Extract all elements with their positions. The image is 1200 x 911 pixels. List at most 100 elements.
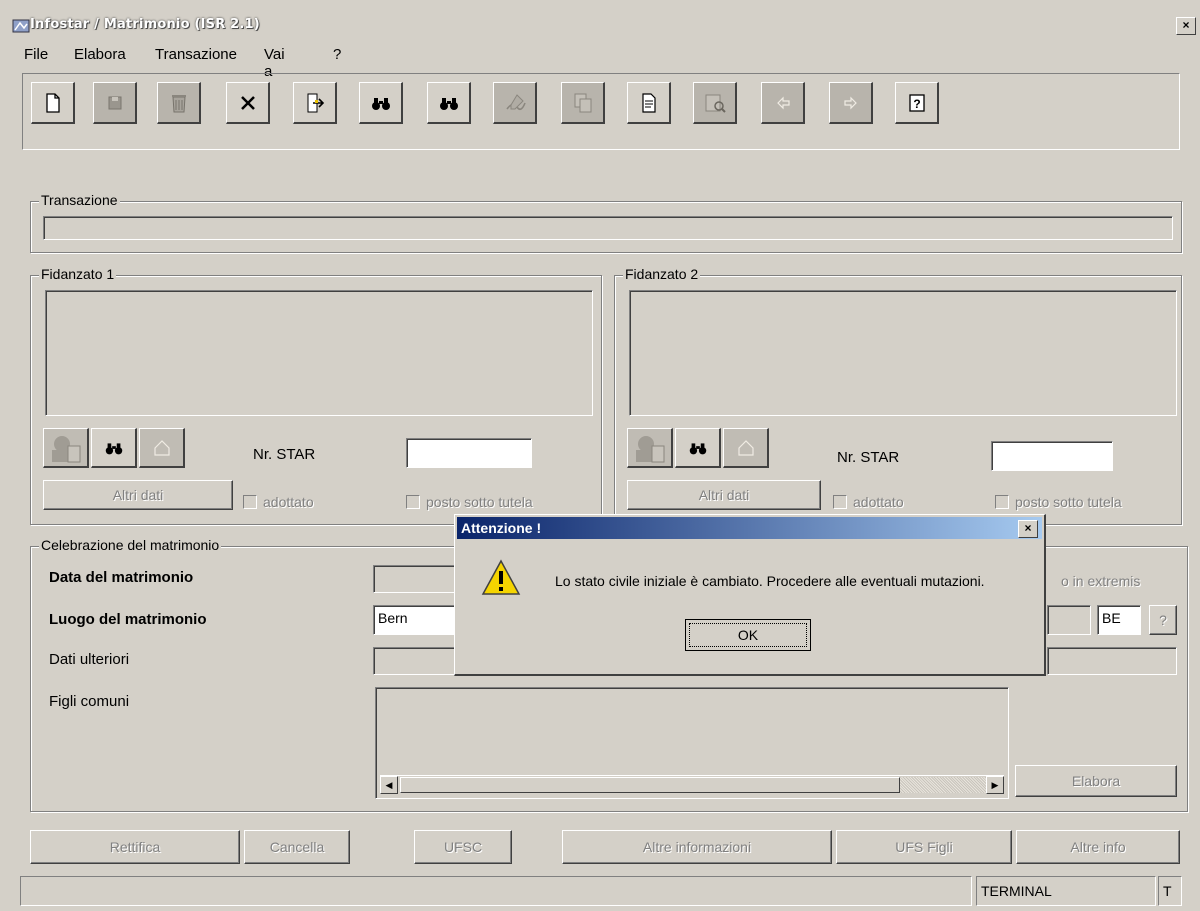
trash-icon	[171, 94, 186, 112]
person-card-icon	[51, 435, 80, 462]
toolbar: ?	[22, 73, 1180, 150]
status-flag: T	[1158, 876, 1182, 906]
fidanzato1-group: Fidanzato 1 Nr. STAR Altri dati adottato…	[30, 266, 602, 525]
fidanzato1-photo-button[interactable]	[43, 428, 89, 468]
dialog-title: Attenzione !	[461, 520, 542, 536]
save-button[interactable]	[93, 82, 137, 124]
transazione-label: Transazione	[39, 192, 120, 208]
fidanzato1-adottato-checkbox[interactable]: adottato	[243, 494, 314, 510]
dati-ulteriori-input-right[interactable]	[1047, 647, 1177, 675]
scroll-right-arrow[interactable]: ▶	[986, 776, 1004, 794]
fidanzato2-photo-button[interactable]	[627, 428, 673, 468]
window-title: Infostar / Matrimonio (ISR 2.1)	[30, 17, 260, 32]
dialog-title-bar: Attenzione ! ×	[457, 517, 1042, 539]
fidanzato1-nr-star-input[interactable]	[406, 438, 532, 468]
fidanzato1-search-button[interactable]	[91, 428, 137, 468]
fidanzato1-label: Fidanzato 1	[39, 266, 117, 282]
home-icon	[153, 439, 170, 456]
search-advanced-button[interactable]	[427, 82, 471, 124]
menu-transazione[interactable]: Transazione	[155, 46, 237, 63]
document-icon	[641, 92, 656, 113]
scroll-track[interactable]	[900, 777, 986, 793]
binoculars-icon	[439, 97, 458, 110]
fidanzato2-search-button[interactable]	[675, 428, 721, 468]
search-button[interactable]	[359, 82, 403, 124]
ufsc-button[interactable]: UFSC	[414, 830, 512, 864]
fidanzato2-altri-dati-button[interactable]: Altri dati	[627, 480, 821, 510]
exit-button[interactable]	[293, 82, 337, 124]
ok-button[interactable]: OK	[685, 619, 811, 651]
fidanzato2-adottato-checkbox[interactable]: adottato	[833, 494, 904, 510]
rettifica-button[interactable]: Rettifica	[30, 830, 240, 864]
previous-button[interactable]	[761, 82, 805, 124]
altre-informazioni-button[interactable]: Altre informazioni	[562, 830, 832, 864]
preview-button[interactable]	[693, 82, 737, 124]
exit-door-icon	[307, 93, 324, 112]
fidanzato2-home-button[interactable]	[723, 428, 769, 468]
close-icon	[240, 95, 255, 110]
cancel-button[interactable]	[226, 82, 270, 124]
in-extremis-checkbox-label[interactable]: o in extremis	[1061, 573, 1140, 589]
ufs-figli-button[interactable]: UFS Figli	[836, 830, 1012, 864]
fidanzato1-altri-dati-button[interactable]: Altri dati	[43, 480, 233, 510]
save-icon	[108, 96, 121, 109]
fidanzato2-label: Fidanzato 2	[623, 266, 701, 282]
sign-icon	[505, 93, 526, 110]
figli-comuni-list[interactable]: ◀ ▶	[375, 687, 1009, 799]
arrow-right-icon	[843, 96, 857, 109]
fidanzato1-info-box	[45, 290, 593, 416]
fidanzato1-nr-star-label: Nr. STAR	[253, 446, 316, 463]
fidanzato2-nr-star-input[interactable]	[991, 441, 1113, 471]
altre-info-button[interactable]: Altre info	[1016, 830, 1180, 864]
home-icon	[737, 439, 754, 456]
elabora-button[interactable]: Elabora	[1015, 765, 1177, 797]
app-icon	[12, 18, 30, 34]
fidanzato2-nr-star-label: Nr. STAR	[837, 449, 900, 466]
title-bar: Infostar / Matrimonio (ISR 2.1) ×	[0, 14, 1200, 38]
dialog-message: Lo stato civile iniziale è cambiato. Pro…	[555, 573, 985, 589]
transazione-field[interactable]	[43, 216, 1173, 240]
menu-help[interactable]: ?	[333, 46, 341, 63]
delete-button[interactable]	[157, 82, 201, 124]
next-button[interactable]	[829, 82, 873, 124]
status-main	[20, 876, 972, 906]
attenzione-dialog: Attenzione ! × Lo stato civile iniziale …	[454, 514, 1046, 676]
help-button[interactable]: ?	[895, 82, 939, 124]
cancella-button[interactable]: Cancella	[244, 830, 350, 864]
help-icon: ?	[908, 93, 925, 112]
copy-button[interactable]	[561, 82, 605, 124]
dialog-close-button[interactable]: ×	[1018, 520, 1038, 538]
dati-ulteriori-label: Dati ulteriori	[49, 651, 130, 668]
cantone-help-button[interactable]: ?	[1149, 605, 1177, 635]
new-button[interactable]	[31, 82, 75, 124]
binoculars-icon	[105, 442, 122, 454]
menu-file[interactable]: File	[24, 46, 48, 63]
person-card-icon	[635, 435, 664, 462]
fidanzato1-tutela-checkbox[interactable]: posto sotto tutela	[406, 494, 533, 510]
fidanzato1-home-button[interactable]	[139, 428, 185, 468]
fidanzato2-info-box	[629, 290, 1177, 416]
transazione-group: Transazione	[30, 192, 1182, 253]
binoculars-icon	[371, 97, 390, 110]
menu-elabora[interactable]: Elabora	[74, 46, 126, 63]
scroll-left-arrow[interactable]: ◀	[380, 776, 398, 794]
data-matrimonio-label: Data del matrimonio	[49, 569, 194, 586]
document-button[interactable]	[627, 82, 671, 124]
sign-button[interactable]	[493, 82, 537, 124]
luogo-matrimonio-label: Luogo del matrimonio	[49, 611, 207, 628]
horizontal-scrollbar[interactable]: ◀ ▶	[380, 775, 1004, 796]
preview-icon	[705, 94, 726, 113]
fidanzato2-tutela-checkbox[interactable]: posto sotto tutela	[995, 494, 1122, 510]
ok-focus-ring	[689, 623, 807, 647]
warning-icon	[481, 559, 521, 595]
status-terminal: TERMINAL	[976, 876, 1156, 906]
luogo-extra-field[interactable]	[1047, 605, 1091, 635]
binoculars-icon	[689, 442, 706, 454]
fidanzato2-group: Fidanzato 2 Nr. STAR Altri dati adottato…	[614, 266, 1182, 525]
figli-comuni-label: Figli comuni	[49, 693, 130, 710]
window-close-button[interactable]: ×	[1176, 17, 1196, 35]
scroll-thumb[interactable]	[400, 777, 900, 793]
celebrazione-label: Celebrazione del matrimonio	[39, 537, 222, 553]
cantone-input[interactable]: BE	[1097, 605, 1141, 635]
main-window: Infostar / Matrimonio (ISR 2.1) × File E…	[0, 0, 1200, 911]
